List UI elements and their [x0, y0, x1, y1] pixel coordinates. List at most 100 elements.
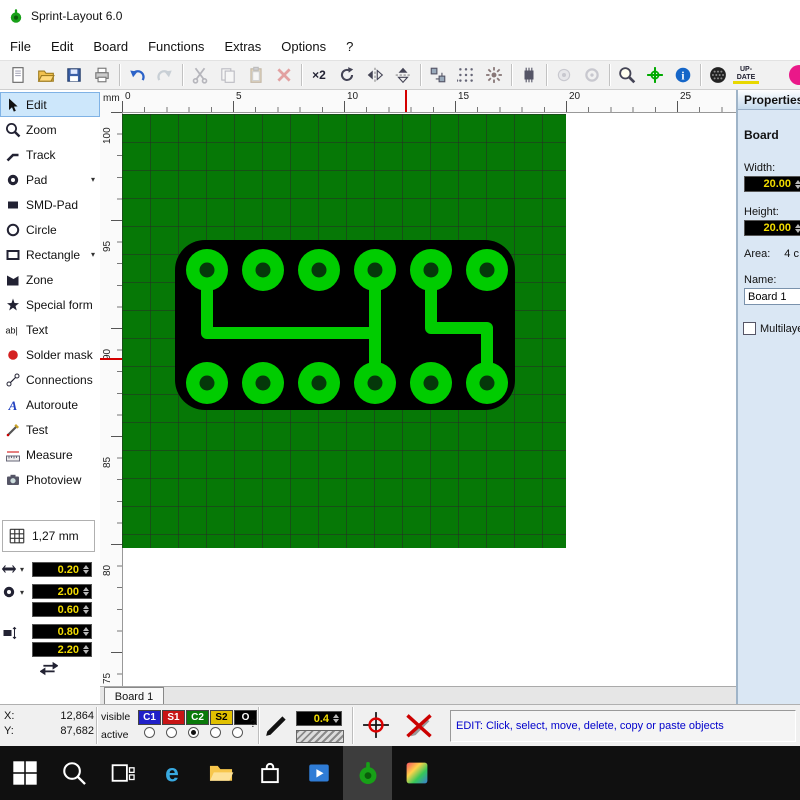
menu-item-help[interactable]: ? — [336, 36, 363, 58]
param-pad-drill-field[interactable]: 0.60 — [32, 602, 92, 617]
tool-text[interactable]: ab|Text — [0, 317, 100, 342]
multilayer-checkbox[interactable] — [743, 322, 756, 335]
toolbar-save[interactable] — [60, 61, 88, 89]
board-height-field[interactable]: 20.00 — [744, 220, 800, 236]
toolbar-undo[interactable] — [123, 61, 151, 89]
tool-zoom[interactable]: Zoom — [0, 117, 100, 142]
toolbar-redo[interactable] — [151, 61, 179, 89]
spinner-control[interactable] — [793, 177, 800, 191]
toolbar-via-bottom[interactable] — [578, 61, 606, 89]
toolbar-print[interactable] — [88, 61, 116, 89]
spinner-control[interactable] — [81, 643, 90, 656]
toolbar-scale-x2[interactable]: ×2 — [305, 61, 333, 89]
tool-zone[interactable]: Zone — [0, 267, 100, 292]
canvas-area[interactable]: mm 0510152025 1009590858075 — [100, 90, 736, 686]
spinner-control[interactable] — [81, 603, 90, 616]
menu-item-extras[interactable]: Extras — [214, 36, 271, 58]
tool-edit[interactable]: Edit — [0, 92, 100, 117]
board-name-input[interactable] — [744, 288, 800, 305]
taskbar-start[interactable] — [0, 746, 49, 800]
toolbar-photoview-toggle[interactable] — [704, 61, 732, 89]
dropdown-arrow-icon[interactable]: ▾ — [20, 588, 24, 597]
tool-pad[interactable]: Pad▾ — [0, 167, 100, 192]
tab-board-1[interactable]: Board 1 — [104, 687, 164, 705]
taskbar-file-explorer[interactable] — [196, 746, 245, 800]
taskbar-task-view[interactable] — [98, 746, 147, 800]
layer-chip-c1[interactable]: C1 — [138, 710, 161, 725]
spinner-control[interactable] — [81, 625, 90, 638]
layer-radio-s1[interactable] — [166, 727, 177, 738]
param-smd-width-field[interactable]: 0.80 — [32, 624, 92, 639]
layer-chip-s2[interactable]: S2 — [210, 710, 233, 725]
tool-track[interactable]: Track — [0, 142, 100, 167]
taskbar-edge[interactable]: e — [147, 746, 196, 800]
toolbar-align-parts[interactable] — [424, 61, 452, 89]
taskbar-search[interactable] — [49, 746, 98, 800]
layer-radio-c1[interactable] — [144, 727, 155, 738]
toolbar-update[interactable]: UP-DATE — [732, 61, 760, 89]
menu-item-board[interactable]: Board — [83, 36, 138, 58]
tool-photoview[interactable]: Photoview — [0, 467, 100, 492]
tool-measure[interactable]: Measure — [0, 442, 100, 467]
toolbar-delete[interactable] — [270, 61, 298, 89]
toolbar-via-top[interactable] — [550, 61, 578, 89]
tool-rectangle[interactable]: Rectangle▾ — [0, 242, 100, 267]
taskbar-color-picker[interactable] — [392, 746, 441, 800]
spinner-control[interactable] — [331, 712, 340, 725]
spinner-control[interactable] — [793, 221, 800, 235]
tool-smd-pad[interactable]: SMD-Pad — [0, 192, 100, 217]
taskbar-movies[interactable] — [294, 746, 343, 800]
horizontal-ruler: 0510152025 — [122, 90, 736, 113]
tool-autoroute[interactable]: AAutoroute — [0, 392, 100, 417]
pcb-board[interactable] — [122, 114, 566, 548]
dropdown-arrow-icon[interactable]: ▾ — [91, 250, 95, 259]
param-track-width-field[interactable]: 0.20 — [32, 562, 92, 577]
menu-item-functions[interactable]: Functions — [138, 36, 214, 58]
menu-item-edit[interactable]: Edit — [41, 36, 83, 58]
toolbar-cut[interactable] — [186, 61, 214, 89]
search-icon — [61, 760, 87, 786]
toolbar-zoom-all[interactable] — [613, 61, 641, 89]
taskbar-store[interactable] — [245, 746, 294, 800]
menu-item-file[interactable]: File — [0, 36, 41, 58]
tool-circle[interactable]: Circle — [0, 217, 100, 242]
swap-arrows-icon[interactable] — [40, 659, 58, 677]
toolbar-cleanup[interactable] — [480, 61, 508, 89]
param-smd-height-field[interactable]: 2.20 — [32, 642, 92, 657]
tool-special-form[interactable]: Special form — [0, 292, 100, 317]
board-width-field[interactable]: 20.00 — [744, 176, 800, 192]
toolbar-mirror-horizontal[interactable] — [361, 61, 389, 89]
param-pad-diameter-field[interactable]: 2.00 — [32, 584, 92, 599]
no-edit-icon[interactable] — [404, 712, 434, 742]
layer-help-button[interactable]: ? — [250, 718, 256, 730]
layer-chip-c2[interactable]: C2 — [186, 710, 209, 725]
tool-solder-mask[interactable]: Solder mask — [0, 342, 100, 367]
toolbar-info[interactable]: i — [669, 61, 697, 89]
layer-chip-s1[interactable]: S1 — [162, 710, 185, 725]
toolbar-crosshair-mode[interactable] — [641, 61, 669, 89]
tool-test[interactable]: Test — [0, 417, 100, 442]
layer-radio-c2[interactable] — [188, 727, 199, 738]
tool-connections[interactable]: Connections — [0, 367, 100, 392]
dropdown-arrow-icon[interactable]: ▾ — [20, 565, 24, 574]
toolbar-open-folder[interactable] — [32, 61, 60, 89]
toolbar-new-document[interactable] — [4, 61, 32, 89]
toolbar-rotate[interactable] — [333, 61, 361, 89]
toolbar-snap-grid[interactable] — [452, 61, 480, 89]
taskbar-sprint-layout[interactable] — [343, 746, 392, 800]
crosshair-tool-icon[interactable] — [362, 711, 390, 739]
toolbar-copy[interactable] — [214, 61, 242, 89]
toolbar-paste[interactable] — [242, 61, 270, 89]
layer-radio-s2[interactable] — [210, 727, 221, 738]
menu-item-options[interactable]: Options — [271, 36, 336, 58]
current-track-width-field[interactable]: 0.4 — [296, 711, 342, 726]
toolbar-footprint-library[interactable] — [515, 61, 543, 89]
hatch-fill-selector[interactable] — [296, 730, 344, 743]
dropdown-arrow-icon[interactable]: ▾ — [91, 175, 95, 184]
pcb-canvas[interactable] — [122, 114, 566, 548]
spinner-control[interactable] — [81, 585, 90, 598]
spinner-control[interactable] — [81, 563, 90, 576]
layer-radio-o[interactable] — [232, 727, 243, 738]
toolbar-mirror-vertical[interactable] — [389, 61, 417, 89]
grid-button[interactable]: 1,27 mm — [2, 520, 95, 552]
